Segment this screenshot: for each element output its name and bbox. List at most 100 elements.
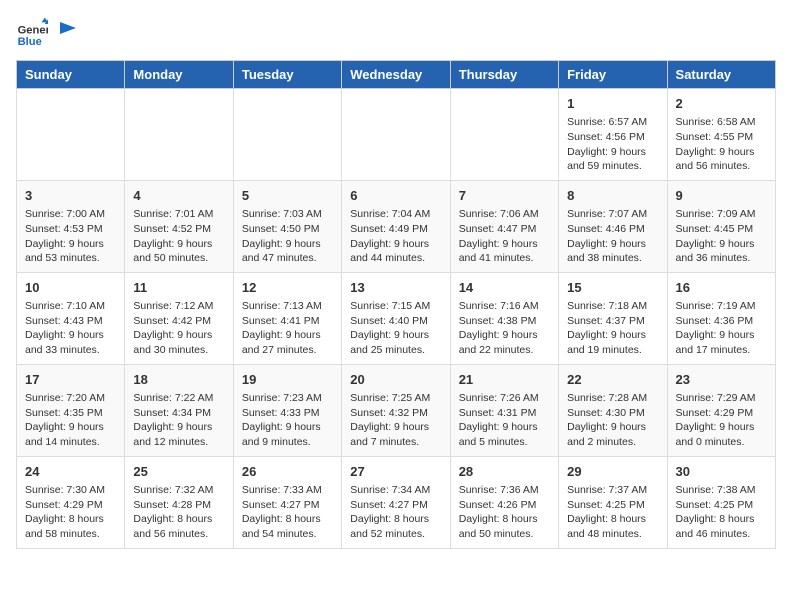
- day-number: 26: [242, 463, 333, 481]
- day-number: 29: [567, 463, 658, 481]
- calendar-cell: 17Sunrise: 7:20 AM Sunset: 4:35 PM Dayli…: [17, 364, 125, 456]
- calendar-cell: [450, 89, 558, 181]
- day-info: Sunrise: 7:25 AM Sunset: 4:32 PM Dayligh…: [350, 391, 441, 450]
- logo: General Blue: [16, 16, 80, 48]
- day-info: Sunrise: 7:15 AM Sunset: 4:40 PM Dayligh…: [350, 299, 441, 358]
- day-info: Sunrise: 7:28 AM Sunset: 4:30 PM Dayligh…: [567, 391, 658, 450]
- calendar-cell: 14 Sunrise: 7:16 AM Sunset: 4:38 PM Dayli…: [450, 272, 558, 364]
- calendar-cell: 29 Sunrise: 7:37 AM Sunset: 4:25 PM Dayli…: [559, 456, 667, 548]
- day-number: 16: [676, 279, 767, 297]
- logo-icon: General Blue: [16, 16, 48, 48]
- day-number: 6: [350, 187, 441, 205]
- day-number: 14: [459, 279, 550, 297]
- weekday-header-wednesday: Wednesday: [342, 61, 450, 89]
- day-number: 13: [350, 279, 441, 297]
- calendar-week-1: 1Sunrise: 6:57 AM Sunset: 4:56 PM Daylig…: [17, 89, 776, 181]
- day-number: 15: [567, 279, 658, 297]
- day-info: Sunrise: 7:09 AM Sunset: 4:45 PM Dayligh…: [676, 207, 767, 266]
- day-number: 18: [133, 371, 224, 389]
- day-info: Sunrise: 7:18 AM Sunset: 4:37 PM Dayligh…: [567, 299, 658, 358]
- day-number: 19: [242, 371, 333, 389]
- calendar-cell: 26 Sunrise: 7:33 AM Sunset: 4:27 PM Dayli…: [233, 456, 341, 548]
- day-info: Sunrise: 7:04 AM Sunset: 4:49 PM Dayligh…: [350, 207, 441, 266]
- day-info: Sunrise: 7:00 AM Sunset: 4:53 PM Dayligh…: [25, 207, 116, 266]
- day-info: Sunrise: 7:01 AM Sunset: 4:52 PM Dayligh…: [133, 207, 224, 266]
- calendar-cell: [342, 89, 450, 181]
- day-number: 22: [567, 371, 658, 389]
- logo-flag-icon: [56, 20, 80, 44]
- day-info: Sunrise: 7:07 AM Sunset: 4:46 PM Dayligh…: [567, 207, 658, 266]
- calendar-cell: 20 Sunrise: 7:25 AM Sunset: 4:32 PM Dayli…: [342, 364, 450, 456]
- day-info: Sunrise: 7:32 AM Sunset: 4:28 PM Dayligh…: [133, 483, 224, 542]
- day-info: Sunrise: 7:16 AM Sunset: 4:38 PM Dayligh…: [459, 299, 550, 358]
- calendar-cell: 10 Sunrise: 7:10 AM Sunset: 4:43 PM Dayli…: [17, 272, 125, 364]
- weekday-header-sunday: Sunday: [17, 61, 125, 89]
- calendar-cell: 4 Sunrise: 7:01 AM Sunset: 4:52 PM Daylig…: [125, 180, 233, 272]
- day-number: 24: [25, 463, 116, 481]
- calendar-table: SundayMondayTuesdayWednesdayThursdayFrid…: [16, 60, 776, 549]
- calendar-cell: 5 Sunrise: 7:03 AM Sunset: 4:50 PM Daylig…: [233, 180, 341, 272]
- day-number: 4: [133, 187, 224, 205]
- day-info: Sunrise: 7:22 AM Sunset: 4:34 PM Dayligh…: [133, 391, 224, 450]
- day-info: Sunrise: 7:20 AM Sunset: 4:35 PM Dayligh…: [25, 391, 116, 450]
- calendar-cell: 1Sunrise: 6:57 AM Sunset: 4:56 PM Daylig…: [559, 89, 667, 181]
- day-info: Sunrise: 7:03 AM Sunset: 4:50 PM Dayligh…: [242, 207, 333, 266]
- weekday-header-friday: Friday: [559, 61, 667, 89]
- calendar-cell: 6 Sunrise: 7:04 AM Sunset: 4:49 PM Daylig…: [342, 180, 450, 272]
- calendar-cell: 28Sunrise: 7:36 AM Sunset: 4:26 PM Dayli…: [450, 456, 558, 548]
- day-info: Sunrise: 7:34 AM Sunset: 4:27 PM Dayligh…: [350, 483, 441, 542]
- day-number: 21: [459, 371, 550, 389]
- page-header: General Blue: [16, 16, 776, 48]
- calendar-cell: 11 Sunrise: 7:12 AM Sunset: 4:42 PM Dayli…: [125, 272, 233, 364]
- calendar-week-4: 17Sunrise: 7:20 AM Sunset: 4:35 PM Dayli…: [17, 364, 776, 456]
- day-number: 25: [133, 463, 224, 481]
- day-info: Sunrise: 7:33 AM Sunset: 4:27 PM Dayligh…: [242, 483, 333, 542]
- calendar-cell: 9Sunrise: 7:09 AM Sunset: 4:45 PM Daylig…: [667, 180, 775, 272]
- calendar-cell: 23Sunrise: 7:29 AM Sunset: 4:29 PM Dayli…: [667, 364, 775, 456]
- day-info: Sunrise: 7:29 AM Sunset: 4:29 PM Dayligh…: [676, 391, 767, 450]
- day-info: Sunrise: 7:26 AM Sunset: 4:31 PM Dayligh…: [459, 391, 550, 450]
- calendar-cell: 27 Sunrise: 7:34 AM Sunset: 4:27 PM Dayli…: [342, 456, 450, 548]
- day-number: 27: [350, 463, 441, 481]
- svg-text:Blue: Blue: [18, 36, 42, 48]
- calendar-cell: 15 Sunrise: 7:18 AM Sunset: 4:37 PM Dayli…: [559, 272, 667, 364]
- day-info: Sunrise: 7:10 AM Sunset: 4:43 PM Dayligh…: [25, 299, 116, 358]
- calendar-cell: 16Sunrise: 7:19 AM Sunset: 4:36 PM Dayli…: [667, 272, 775, 364]
- day-info: Sunrise: 7:38 AM Sunset: 4:25 PM Dayligh…: [676, 483, 767, 542]
- day-number: 7: [459, 187, 550, 205]
- calendar-cell: 13 Sunrise: 7:15 AM Sunset: 4:40 PM Dayli…: [342, 272, 450, 364]
- weekday-header-tuesday: Tuesday: [233, 61, 341, 89]
- day-number: 10: [25, 279, 116, 297]
- day-info: Sunrise: 7:23 AM Sunset: 4:33 PM Dayligh…: [242, 391, 333, 450]
- day-number: 2: [676, 95, 767, 113]
- day-info: Sunrise: 7:06 AM Sunset: 4:47 PM Dayligh…: [459, 207, 550, 266]
- calendar-cell: [125, 89, 233, 181]
- calendar-week-5: 24Sunrise: 7:30 AM Sunset: 4:29 PM Dayli…: [17, 456, 776, 548]
- day-number: 11: [133, 279, 224, 297]
- calendar-week-3: 10 Sunrise: 7:10 AM Sunset: 4:43 PM Dayli…: [17, 272, 776, 364]
- calendar-week-2: 3 Sunrise: 7:00 AM Sunset: 4:53 PM Daylig…: [17, 180, 776, 272]
- day-info: Sunrise: 7:13 AM Sunset: 4:41 PM Dayligh…: [242, 299, 333, 358]
- day-info: Sunrise: 7:37 AM Sunset: 4:25 PM Dayligh…: [567, 483, 658, 542]
- calendar-cell: 7 Sunrise: 7:06 AM Sunset: 4:47 PM Daylig…: [450, 180, 558, 272]
- calendar-cell: 24Sunrise: 7:30 AM Sunset: 4:29 PM Dayli…: [17, 456, 125, 548]
- day-number: 30: [676, 463, 767, 481]
- day-number: 5: [242, 187, 333, 205]
- day-info: Sunrise: 7:36 AM Sunset: 4:26 PM Dayligh…: [459, 483, 550, 542]
- day-number: 1: [567, 95, 658, 113]
- weekday-header-monday: Monday: [125, 61, 233, 89]
- calendar-cell: 30 Sunrise: 7:38 AM Sunset: 4:25 PM Dayli…: [667, 456, 775, 548]
- calendar-cell: [233, 89, 341, 181]
- weekday-header-saturday: Saturday: [667, 61, 775, 89]
- day-info: Sunrise: 7:12 AM Sunset: 4:42 PM Dayligh…: [133, 299, 224, 358]
- day-number: 8: [567, 187, 658, 205]
- calendar-cell: 8 Sunrise: 7:07 AM Sunset: 4:46 PM Daylig…: [559, 180, 667, 272]
- calendar-cell: [17, 89, 125, 181]
- svg-text:General: General: [18, 25, 48, 37]
- calendar-cell: 25 Sunrise: 7:32 AM Sunset: 4:28 PM Dayli…: [125, 456, 233, 548]
- day-number: 3: [25, 187, 116, 205]
- day-number: 20: [350, 371, 441, 389]
- calendar-cell: 12 Sunrise: 7:13 AM Sunset: 4:41 PM Dayli…: [233, 272, 341, 364]
- day-number: 12: [242, 279, 333, 297]
- weekday-header-thursday: Thursday: [450, 61, 558, 89]
